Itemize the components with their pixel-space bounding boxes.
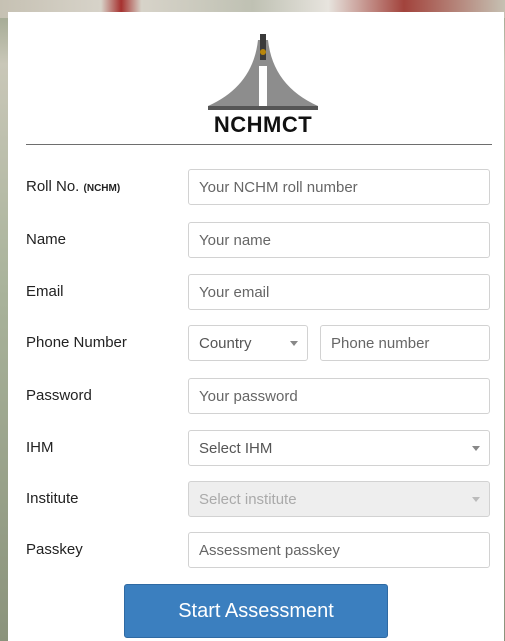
start-assessment-button[interactable]: Start Assessment [124, 584, 388, 638]
name-label: Name [26, 231, 67, 248]
roll-number-input[interactable] [188, 169, 490, 205]
email-row: Email [26, 274, 492, 312]
phone-number-input[interactable] [320, 325, 490, 361]
registration-card: NCHMCT Roll No. (NCHM) Name Email Phone … [8, 12, 504, 641]
phone-row: Phone Number Country [26, 325, 492, 363]
name-input[interactable] [188, 222, 490, 258]
roll-label-suffix: (NCHM) [83, 183, 121, 194]
passkey-label: Passkey [26, 541, 83, 558]
institute-label: Institute [26, 490, 79, 507]
nchmct-logo: NCHMCT [198, 26, 328, 141]
roll-label: Roll No. (NCHM) [26, 178, 120, 195]
ihm-select[interactable]: Select IHM [188, 430, 490, 466]
ihm-row: IHM Select IHM [26, 430, 492, 468]
institute-select: Select institute [188, 481, 490, 517]
chevron-down-icon [472, 497, 480, 502]
password-label: Password [26, 387, 92, 404]
passkey-input[interactable] [188, 532, 490, 568]
country-select[interactable]: Country [188, 325, 308, 361]
phone-label: Phone Number [26, 334, 127, 351]
roll-label-text: Roll No. [26, 178, 80, 195]
ihm-label: IHM [26, 439, 54, 456]
email-input[interactable] [188, 274, 490, 310]
institute-row: Institute Select institute [26, 481, 492, 519]
password-input[interactable] [188, 378, 490, 414]
country-select-text: Country [199, 335, 252, 352]
passkey-row: Passkey [26, 532, 492, 570]
logo-emblem-icon [208, 34, 318, 110]
name-row: Name [26, 222, 492, 260]
email-label: Email [26, 283, 64, 300]
institute-select-text: Select institute [199, 491, 297, 508]
header-divider [26, 144, 492, 145]
password-row: Password [26, 378, 492, 416]
chevron-down-icon [472, 446, 480, 451]
ihm-select-text: Select IHM [199, 440, 273, 457]
chevron-down-icon [290, 341, 298, 346]
logo-text: NCHMCT [213, 112, 313, 137]
roll-row: Roll No. (NCHM) [26, 169, 492, 207]
